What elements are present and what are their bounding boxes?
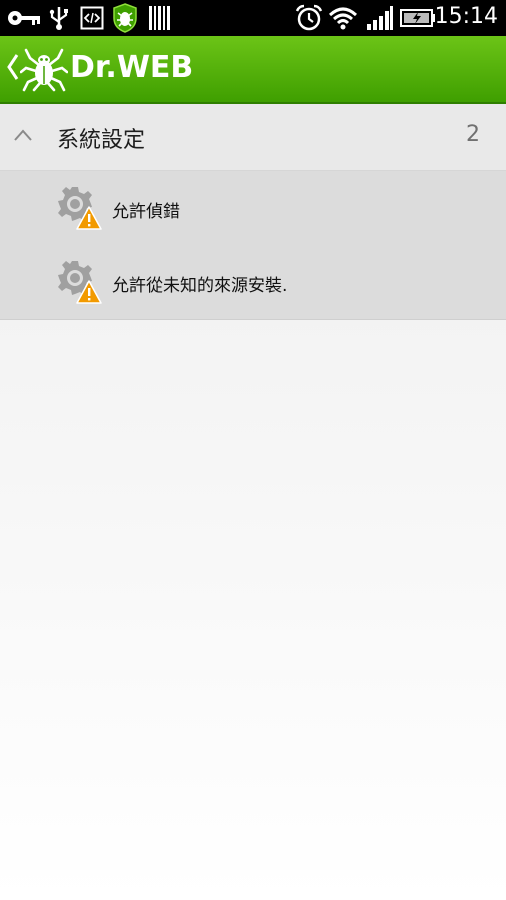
key-icon <box>8 11 40 25</box>
list-item-allow-debugging[interactable]: 允許偵錯 <box>0 171 506 246</box>
list-item-label: 允許偵錯 <box>112 202 180 222</box>
signal-icon <box>367 6 393 30</box>
list-item-label: 允許從未知的來源安裝. <box>112 276 288 296</box>
alarm-icon <box>295 4 323 31</box>
app-bar: Dr.WEB <box>0 36 506 104</box>
settings-warning-icon <box>58 187 102 230</box>
section-count: 2 <box>466 122 480 147</box>
developer-icon <box>80 6 104 30</box>
section-title: 系統設定 <box>57 128 146 153</box>
chevron-up-icon[interactable] <box>12 128 34 142</box>
barcode-icon <box>149 6 170 30</box>
back-chevron-icon[interactable] <box>6 52 20 82</box>
section-header-system-settings[interactable]: 系統設定 2 <box>0 104 506 171</box>
app-brand-title: Dr.WEB <box>70 50 194 85</box>
usb-icon <box>49 7 68 30</box>
status-bar: 15:14 <box>0 0 506 36</box>
battery-charging-icon <box>400 9 435 27</box>
list-item-allow-unknown-sources[interactable]: 允許從未知的來源安裝. <box>0 245 506 320</box>
wifi-icon <box>328 7 358 30</box>
settings-warning-icon <box>58 261 102 304</box>
drweb-spider-logo <box>20 48 68 92</box>
clock-time: 15:14 <box>434 4 498 29</box>
drweb-status-icon <box>113 3 137 33</box>
